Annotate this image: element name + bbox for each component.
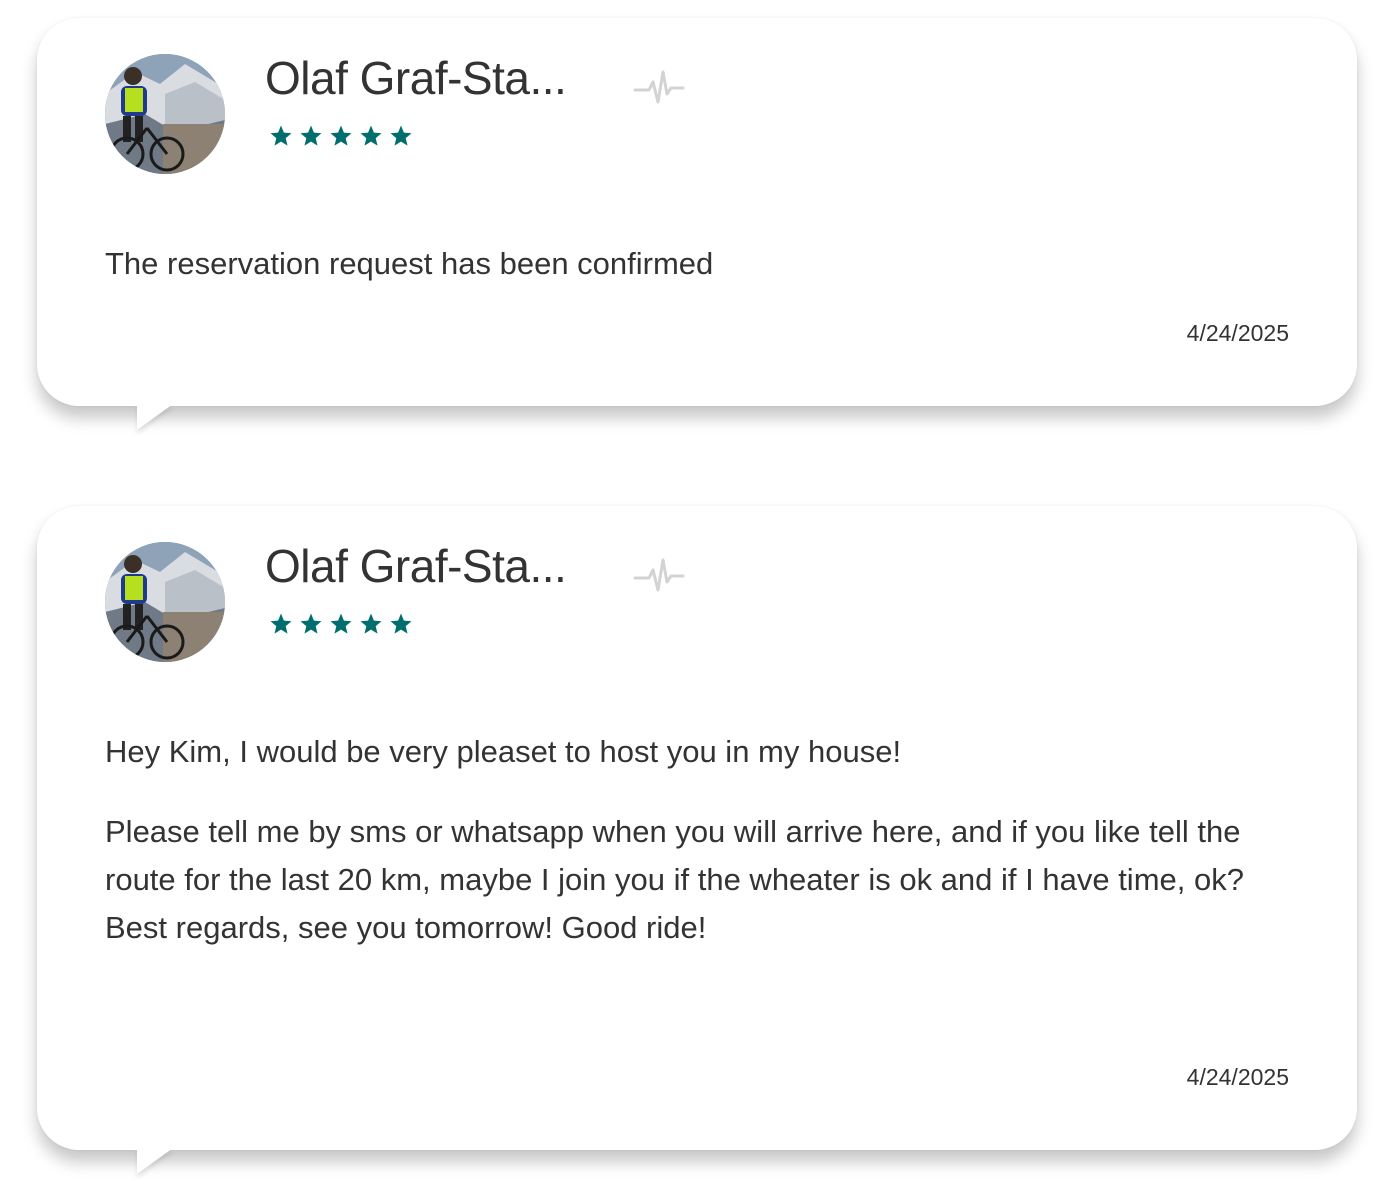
message-paragraph: The reservation request has been confirm…	[105, 240, 1289, 288]
star-icon	[330, 125, 352, 146]
star-icon	[390, 613, 412, 634]
message-paragraph: Hey Kim, I would be very pleaset to host…	[105, 728, 1289, 776]
rating-stars	[269, 124, 413, 148]
avatar[interactable]	[105, 54, 225, 174]
message-line: The reservation request has been confirm…	[105, 246, 714, 281]
message-date: 4/24/2025	[1186, 320, 1289, 346]
message-body: The reservation request has been confirm…	[105, 240, 1289, 288]
message-line: Best regards, see you tomorrow! Good rid…	[105, 910, 707, 945]
message-date: 4/24/2025	[1186, 1064, 1289, 1090]
star-icon	[270, 125, 292, 146]
star-icon	[270, 613, 292, 634]
avatar[interactable]	[105, 542, 225, 662]
message-body: Hey Kim, I would be very pleaset to host…	[105, 728, 1289, 952]
message-line: Hey Kim, I would be very pleaset to host…	[105, 734, 902, 769]
cyclist-avatar-image	[105, 54, 225, 174]
message-card: Olaf Graf-Sta... Hey Kim, I would be ver…	[37, 506, 1357, 1150]
rating-stars	[269, 612, 413, 636]
pulse-icon	[633, 558, 685, 592]
message-line: Please tell me by sms or whatsapp when y…	[105, 814, 1244, 897]
star-icon	[300, 125, 322, 146]
star-icon	[360, 613, 382, 634]
star-icon	[300, 613, 322, 634]
cyclist-avatar-image	[105, 542, 225, 662]
sender-name[interactable]: Olaf Graf-Sta...	[265, 50, 567, 106]
star-icon	[360, 125, 382, 146]
star-icon	[330, 613, 352, 634]
message-card: Olaf Graf-Sta... The reservation request…	[37, 18, 1357, 406]
pulse-icon	[633, 70, 685, 104]
message-paragraph: Please tell me by sms or whatsapp when y…	[105, 808, 1289, 952]
sender-name[interactable]: Olaf Graf-Sta...	[265, 538, 567, 594]
star-icon	[390, 125, 412, 146]
